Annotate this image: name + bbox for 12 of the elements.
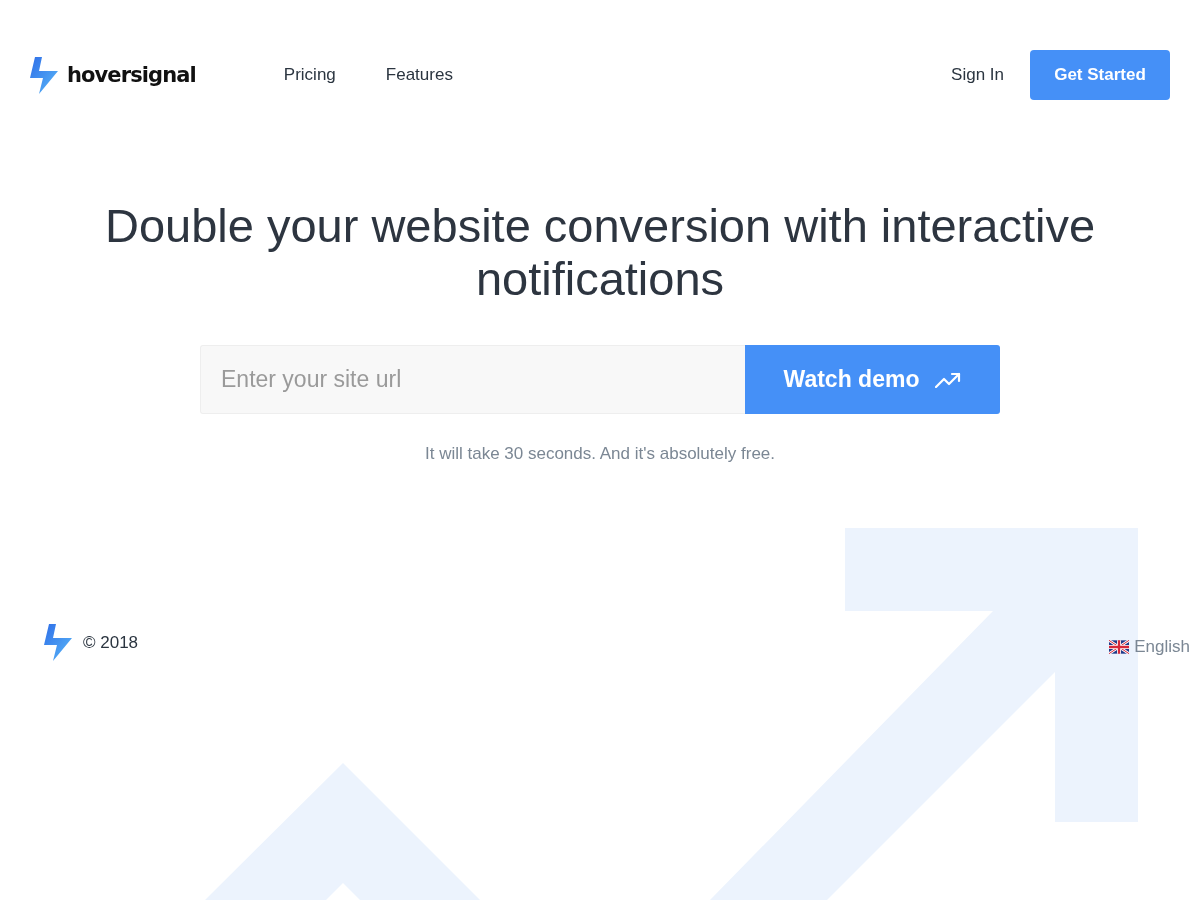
url-input-field[interactable]: Enter your site url <box>200 345 745 414</box>
lightning-bolt-icon <box>30 56 58 94</box>
language-link[interactable]: English <box>1109 636 1190 657</box>
hero-heading: Double your website conversion with interactive notifications <box>103 199 1097 305</box>
nav-link[interactable]: Pricing <box>283 65 336 85</box>
hero-note: It will take 30 seconds. And it's absolutely free. <box>424 444 775 464</box>
sign-in-link[interactable]: Sign In <box>951 65 1004 85</box>
nav-link[interactable]: Features <box>385 65 453 85</box>
lightning-bolt-icon <box>44 624 72 661</box>
logo-link[interactable]: hoversignal <box>30 56 196 94</box>
trending-up-icon <box>935 371 962 388</box>
copyright-text: © 2018 <box>83 632 139 653</box>
